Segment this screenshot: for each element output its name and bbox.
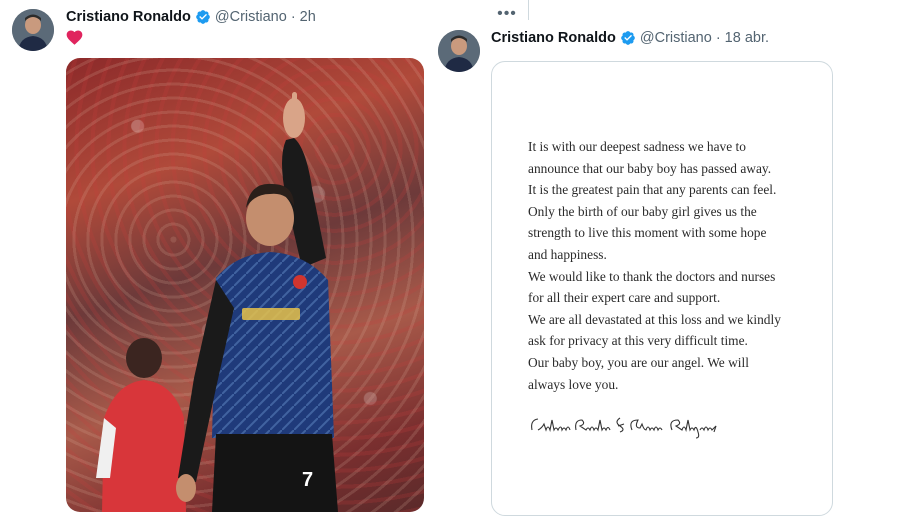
author-name[interactable]: Cristiano Ronaldo [66, 9, 191, 25]
author-handle[interactable]: @Cristiano [640, 30, 712, 46]
avatar-image [438, 30, 480, 72]
red-heart-icon [66, 30, 83, 45]
handwritten-signature [531, 417, 717, 439]
verified-badge-icon [621, 31, 635, 45]
tweet-photo[interactable]: 7 [66, 58, 424, 512]
avatar-image [12, 9, 54, 51]
tweet-time[interactable]: 2h [300, 9, 316, 25]
player-figure: 7 [96, 92, 338, 512]
tweet-header: Cristiano Ronaldo @Cristiano · 2h [66, 9, 316, 25]
author-handle[interactable]: @Cristiano [215, 9, 287, 25]
statement-text: It is with our deepest sadness we have t… [528, 139, 781, 392]
divider [528, 0, 529, 20]
verified-badge-icon [196, 10, 210, 24]
separator-dot: · [290, 9, 296, 25]
author-name[interactable]: Cristiano Ronaldo [491, 30, 616, 46]
tweet-header: Cristiano Ronaldo @Cristiano · 18 abr. [491, 30, 769, 46]
separator-dot: · [715, 30, 721, 46]
tweet-time[interactable]: 18 abr. [725, 30, 769, 46]
avatar[interactable] [438, 30, 480, 72]
tweet-right: Cristiano Ronaldo @Cristiano · 18 abr. I… [424, 20, 900, 520]
svg-text:7: 7 [302, 469, 313, 491]
statement-image[interactable]: It is with our deepest sadness we have t… [491, 61, 833, 516]
avatar[interactable] [12, 9, 54, 51]
